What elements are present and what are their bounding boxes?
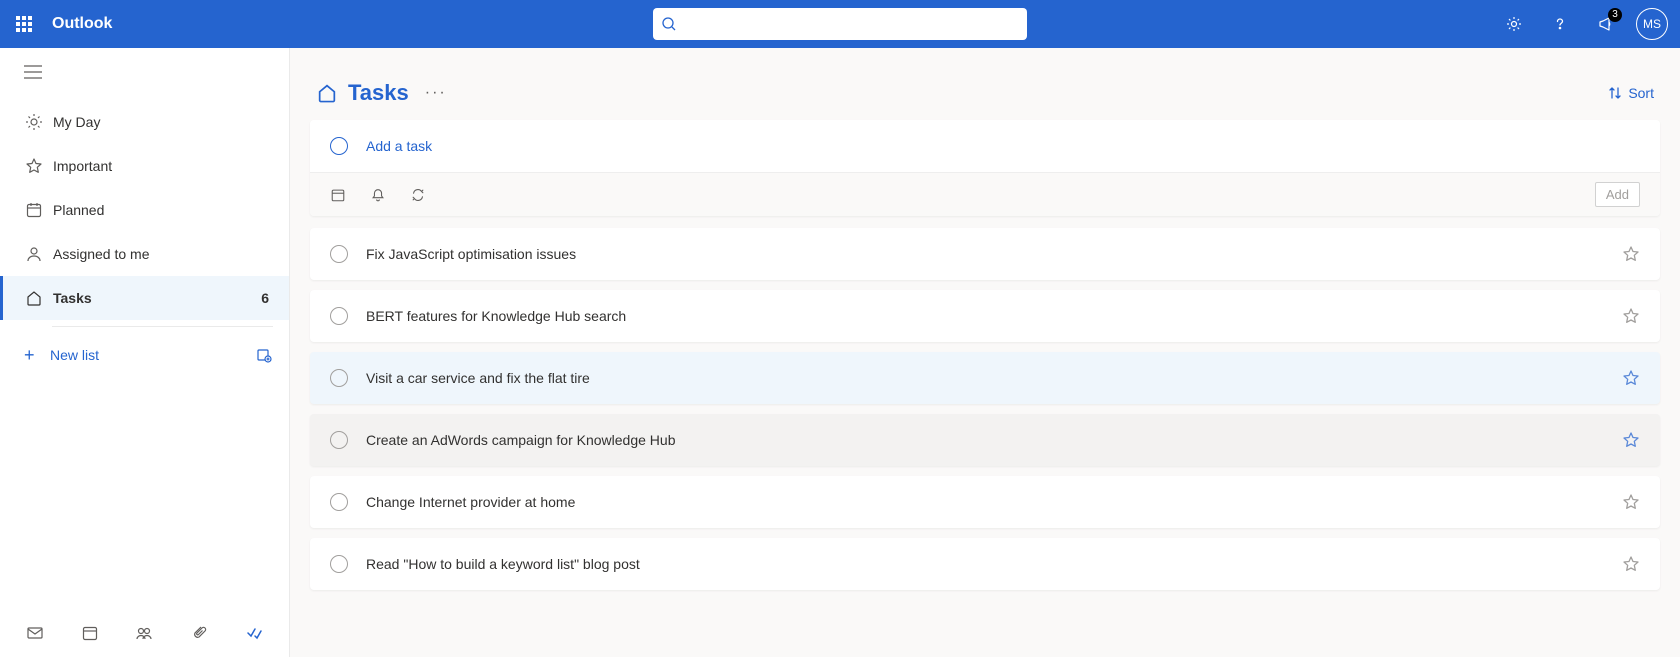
- add-task-circle-icon: [330, 137, 348, 155]
- nav-divider: [52, 326, 273, 327]
- sun-icon: [25, 113, 53, 131]
- header-actions: 3 MS: [1492, 0, 1680, 48]
- list-title: Tasks: [348, 80, 409, 106]
- complete-checkbox[interactable]: [330, 431, 348, 449]
- star-icon: [1622, 493, 1640, 511]
- new-list-label: New list: [50, 347, 99, 363]
- reminder-button[interactable]: [370, 187, 386, 203]
- nav-planned[interactable]: Planned: [0, 188, 289, 232]
- star-button[interactable]: [1622, 431, 1640, 449]
- nav-my-day[interactable]: My Day: [0, 100, 289, 144]
- list-options-button[interactable]: ···: [425, 84, 447, 102]
- task-title: Visit a car service and fix the flat tir…: [366, 370, 1622, 386]
- help-button[interactable]: [1538, 0, 1582, 48]
- whats-new-button[interactable]: 3: [1584, 0, 1628, 48]
- sort-icon: [1608, 86, 1622, 100]
- task-row[interactable]: Change Internet provider at home: [310, 476, 1660, 528]
- star-icon: [1622, 555, 1640, 573]
- star-button[interactable]: [1622, 245, 1640, 263]
- list-home-icon: [316, 82, 338, 104]
- complete-checkbox[interactable]: [330, 493, 348, 511]
- files-app-icon[interactable]: [179, 624, 219, 642]
- main-content: Tasks ··· Sort Add a task: [290, 48, 1680, 657]
- complete-checkbox[interactable]: [330, 245, 348, 263]
- person-icon: [25, 245, 53, 263]
- star-icon: [1622, 369, 1640, 387]
- notification-badge: 3: [1608, 8, 1622, 22]
- complete-checkbox[interactable]: [330, 307, 348, 325]
- star-button[interactable]: [1622, 555, 1640, 573]
- task-row[interactable]: Create an AdWords campaign for Knowledge…: [310, 414, 1660, 466]
- app-launcher-button[interactable]: [0, 0, 48, 48]
- nav-count: 6: [261, 290, 273, 306]
- task-title: Change Internet provider at home: [366, 494, 1622, 510]
- repeat-button[interactable]: [410, 187, 426, 203]
- calendar-icon: [25, 201, 53, 219]
- star-icon: [1622, 431, 1640, 449]
- star-icon: [1622, 245, 1640, 263]
- search-box[interactable]: [653, 8, 1027, 40]
- app-header: Outlook 3 MS: [0, 0, 1680, 48]
- star-button[interactable]: [1622, 369, 1640, 387]
- sort-button[interactable]: Sort: [1608, 85, 1654, 101]
- nav-label: Important: [53, 158, 112, 174]
- gear-icon: [1505, 15, 1523, 33]
- task-row[interactable]: Visit a car service and fix the flat tir…: [310, 352, 1660, 404]
- nav-important[interactable]: Important: [0, 144, 289, 188]
- task-title: Fix JavaScript optimisation issues: [366, 246, 1622, 262]
- new-list-button[interactable]: + New list: [0, 333, 289, 377]
- people-app-icon[interactable]: [124, 624, 164, 642]
- due-date-button[interactable]: [330, 187, 346, 203]
- task-title: Read "How to build a keyword list" blog …: [366, 556, 1622, 572]
- search-input[interactable]: [685, 8, 1027, 40]
- task-list: Fix JavaScript optimisation issues BERT f…: [310, 228, 1660, 590]
- nav-label: My Day: [53, 114, 100, 130]
- search-icon: [653, 16, 685, 32]
- app-switcher: [0, 609, 289, 657]
- todo-app-icon[interactable]: [234, 624, 274, 642]
- help-icon: [1551, 15, 1569, 33]
- add-task-toolbar: Add: [310, 172, 1660, 216]
- star-icon: [1622, 307, 1640, 325]
- waffle-icon: [16, 16, 32, 32]
- add-button[interactable]: Add: [1595, 182, 1640, 207]
- nav-tasks[interactable]: Tasks 6: [0, 276, 289, 320]
- settings-button[interactable]: [1492, 0, 1536, 48]
- add-task-card: Add a task Add: [310, 120, 1660, 216]
- task-row[interactable]: Fix JavaScript optimisation issues: [310, 228, 1660, 280]
- calendar-app-icon[interactable]: [70, 624, 110, 642]
- star-button[interactable]: [1622, 307, 1640, 325]
- home-icon: [25, 289, 53, 307]
- nav-label: Assigned to me: [53, 246, 150, 262]
- nav-list: My Day Important Planned Assigned to me: [0, 96, 289, 320]
- hamburger-icon: [24, 65, 42, 79]
- task-title: Create an AdWords campaign for Knowledge…: [366, 432, 1622, 448]
- complete-checkbox[interactable]: [330, 369, 348, 387]
- hamburger-button[interactable]: [24, 65, 42, 79]
- star-icon: [25, 157, 53, 175]
- new-group-icon[interactable]: [255, 346, 273, 364]
- mail-app-icon[interactable]: [15, 624, 55, 642]
- add-task-row[interactable]: Add a task: [310, 120, 1660, 172]
- sort-label: Sort: [1628, 85, 1654, 101]
- plus-icon: +: [24, 345, 50, 366]
- list-header: Tasks ··· Sort: [310, 48, 1660, 120]
- sidebar: My Day Important Planned Assigned to me: [0, 48, 290, 657]
- task-row[interactable]: BERT features for Knowledge Hub search: [310, 290, 1660, 342]
- nav-label: Tasks: [53, 290, 92, 306]
- task-title: BERT features for Knowledge Hub search: [366, 308, 1622, 324]
- complete-checkbox[interactable]: [330, 555, 348, 573]
- nav-assigned[interactable]: Assigned to me: [0, 232, 289, 276]
- app-title: Outlook: [52, 15, 112, 33]
- account-avatar[interactable]: MS: [1636, 8, 1668, 40]
- star-button[interactable]: [1622, 493, 1640, 511]
- task-row[interactable]: Read "How to build a keyword list" blog …: [310, 538, 1660, 590]
- nav-label: Planned: [53, 202, 104, 218]
- add-task-placeholder: Add a task: [366, 138, 432, 154]
